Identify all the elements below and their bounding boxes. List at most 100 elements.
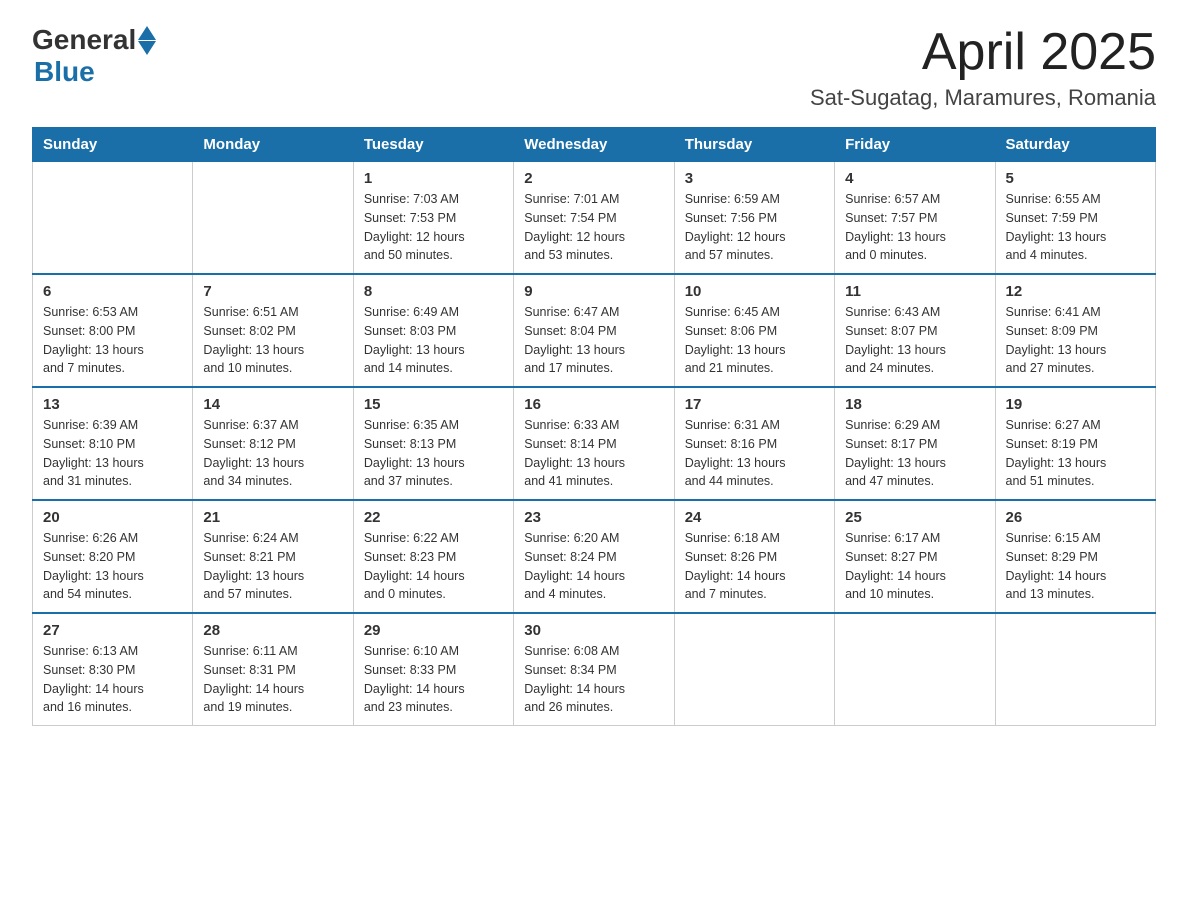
day-number: 26 bbox=[1006, 509, 1145, 526]
day-info: Sunrise: 6:22 AM Sunset: 8:23 PM Dayligh… bbox=[364, 529, 503, 604]
calendar-cell: 16 Sunrise: 6:33 AM Sunset: 8:14 PM Dayli… bbox=[514, 387, 674, 500]
calendar-cell: 10 Sunrise: 6:45 AM Sunset: 8:06 PM Dayli… bbox=[674, 274, 834, 387]
day-number: 7 bbox=[203, 283, 342, 300]
calendar-cell: 9 Sunrise: 6:47 AM Sunset: 8:04 PM Daylig… bbox=[514, 274, 674, 387]
page-header: General Blue April 2025 Sat-Sugatag, Mar… bbox=[32, 24, 1156, 111]
day-info: Sunrise: 6:26 AM Sunset: 8:20 PM Dayligh… bbox=[43, 529, 182, 604]
day-info: Sunrise: 6:57 AM Sunset: 7:57 PM Dayligh… bbox=[845, 190, 984, 265]
day-info: Sunrise: 6:13 AM Sunset: 8:30 PM Dayligh… bbox=[43, 642, 182, 717]
day-number: 28 bbox=[203, 622, 342, 639]
day-number: 14 bbox=[203, 396, 342, 413]
day-number: 21 bbox=[203, 509, 342, 526]
day-info: Sunrise: 6:29 AM Sunset: 8:17 PM Dayligh… bbox=[845, 416, 984, 491]
weekday-header: Thursday bbox=[674, 128, 834, 162]
logo: General Blue bbox=[32, 24, 156, 88]
day-info: Sunrise: 6:24 AM Sunset: 8:21 PM Dayligh… bbox=[203, 529, 342, 604]
day-number: 24 bbox=[685, 509, 824, 526]
calendar-cell bbox=[193, 162, 353, 275]
calendar-week-row: 27 Sunrise: 6:13 AM Sunset: 8:30 PM Dayli… bbox=[33, 613, 1156, 726]
calendar-cell: 13 Sunrise: 6:39 AM Sunset: 8:10 PM Dayli… bbox=[33, 387, 193, 500]
day-info: Sunrise: 7:03 AM Sunset: 7:53 PM Dayligh… bbox=[364, 190, 503, 265]
day-number: 27 bbox=[43, 622, 182, 639]
logo-blue: Blue bbox=[34, 56, 95, 88]
calendar-cell: 18Sunrise: 6:29 AM Sunset: 8:17 PM Dayli… bbox=[835, 387, 995, 500]
day-info: Sunrise: 6:35 AM Sunset: 8:13 PM Dayligh… bbox=[364, 416, 503, 491]
calendar-cell: 17Sunrise: 6:31 AM Sunset: 8:16 PM Dayli… bbox=[674, 387, 834, 500]
calendar-cell: 28 Sunrise: 6:11 AM Sunset: 8:31 PM Dayli… bbox=[193, 613, 353, 726]
day-info: Sunrise: 6:51 AM Sunset: 8:02 PM Dayligh… bbox=[203, 303, 342, 378]
calendar-cell: 4 Sunrise: 6:57 AM Sunset: 7:57 PM Daylig… bbox=[835, 162, 995, 275]
day-number: 22 bbox=[364, 509, 503, 526]
day-info: Sunrise: 6:10 AM Sunset: 8:33 PM Dayligh… bbox=[364, 642, 503, 717]
calendar-cell: 6 Sunrise: 6:53 AM Sunset: 8:00 PM Daylig… bbox=[33, 274, 193, 387]
day-number: 13 bbox=[43, 396, 182, 413]
calendar-cell: 19 Sunrise: 6:27 AM Sunset: 8:19 PM Dayli… bbox=[995, 387, 1155, 500]
calendar-cell: 30 Sunrise: 6:08 AM Sunset: 8:34 PM Dayli… bbox=[514, 613, 674, 726]
day-number: 12 bbox=[1006, 283, 1145, 300]
day-info: Sunrise: 6:33 AM Sunset: 8:14 PM Dayligh… bbox=[524, 416, 663, 491]
day-info: Sunrise: 6:41 AM Sunset: 8:09 PM Dayligh… bbox=[1006, 303, 1145, 378]
day-number: 8 bbox=[364, 283, 503, 300]
calendar-week-row: 20 Sunrise: 6:26 AM Sunset: 8:20 PM Dayli… bbox=[33, 500, 1156, 613]
day-info: Sunrise: 6:11 AM Sunset: 8:31 PM Dayligh… bbox=[203, 642, 342, 717]
weekday-header: Saturday bbox=[995, 128, 1155, 162]
calendar-week-row: 1 Sunrise: 7:03 AM Sunset: 7:53 PM Daylig… bbox=[33, 162, 1156, 275]
day-number: 25 bbox=[845, 509, 984, 526]
day-number: 23 bbox=[524, 509, 663, 526]
day-number: 19 bbox=[1006, 396, 1145, 413]
calendar-table: SundayMondayTuesdayWednesdayThursdayFrid… bbox=[32, 127, 1156, 726]
weekday-header: Wednesday bbox=[514, 128, 674, 162]
calendar-cell: 27 Sunrise: 6:13 AM Sunset: 8:30 PM Dayli… bbox=[33, 613, 193, 726]
day-info: Sunrise: 6:20 AM Sunset: 8:24 PM Dayligh… bbox=[524, 529, 663, 604]
calendar-cell: 21 Sunrise: 6:24 AM Sunset: 8:21 PM Dayli… bbox=[193, 500, 353, 613]
day-number: 1 bbox=[364, 170, 503, 187]
day-number: 15 bbox=[364, 396, 503, 413]
day-number: 4 bbox=[845, 170, 984, 187]
day-info: Sunrise: 6:08 AM Sunset: 8:34 PM Dayligh… bbox=[524, 642, 663, 717]
day-info: Sunrise: 6:55 AM Sunset: 7:59 PM Dayligh… bbox=[1006, 190, 1145, 265]
logo-general: General bbox=[32, 24, 136, 56]
day-info: Sunrise: 6:18 AM Sunset: 8:26 PM Dayligh… bbox=[685, 529, 824, 604]
calendar-cell: 2Sunrise: 7:01 AM Sunset: 7:54 PM Daylig… bbox=[514, 162, 674, 275]
month-title: April 2025 bbox=[810, 24, 1156, 81]
day-number: 30 bbox=[524, 622, 663, 639]
day-number: 5 bbox=[1006, 170, 1145, 187]
day-number: 2 bbox=[524, 170, 663, 187]
day-info: Sunrise: 6:47 AM Sunset: 8:04 PM Dayligh… bbox=[524, 303, 663, 378]
day-info: Sunrise: 6:31 AM Sunset: 8:16 PM Dayligh… bbox=[685, 416, 824, 491]
day-info: Sunrise: 6:15 AM Sunset: 8:29 PM Dayligh… bbox=[1006, 529, 1145, 604]
calendar-cell: 5 Sunrise: 6:55 AM Sunset: 7:59 PM Daylig… bbox=[995, 162, 1155, 275]
calendar-week-row: 6 Sunrise: 6:53 AM Sunset: 8:00 PM Daylig… bbox=[33, 274, 1156, 387]
calendar-cell bbox=[33, 162, 193, 275]
calendar-cell: 29Sunrise: 6:10 AM Sunset: 8:33 PM Dayli… bbox=[353, 613, 513, 726]
title-block: April 2025 Sat-Sugatag, Maramures, Roman… bbox=[810, 24, 1156, 111]
location-title: Sat-Sugatag, Maramures, Romania bbox=[810, 85, 1156, 111]
calendar-cell: 12 Sunrise: 6:41 AM Sunset: 8:09 PM Dayli… bbox=[995, 274, 1155, 387]
day-number: 10 bbox=[685, 283, 824, 300]
calendar-cell: 20 Sunrise: 6:26 AM Sunset: 8:20 PM Dayli… bbox=[33, 500, 193, 613]
calendar-cell: 11 Sunrise: 6:43 AM Sunset: 8:07 PM Dayli… bbox=[835, 274, 995, 387]
day-number: 9 bbox=[524, 283, 663, 300]
day-number: 20 bbox=[43, 509, 182, 526]
day-info: Sunrise: 6:37 AM Sunset: 8:12 PM Dayligh… bbox=[203, 416, 342, 491]
calendar-cell bbox=[674, 613, 834, 726]
day-info: Sunrise: 6:27 AM Sunset: 8:19 PM Dayligh… bbox=[1006, 416, 1145, 491]
day-info: Sunrise: 6:53 AM Sunset: 8:00 PM Dayligh… bbox=[43, 303, 182, 378]
day-info: Sunrise: 6:45 AM Sunset: 8:06 PM Dayligh… bbox=[685, 303, 824, 378]
day-number: 6 bbox=[43, 283, 182, 300]
weekday-header: Sunday bbox=[33, 128, 193, 162]
calendar-week-row: 13 Sunrise: 6:39 AM Sunset: 8:10 PM Dayli… bbox=[33, 387, 1156, 500]
calendar-cell: 3 Sunrise: 6:59 AM Sunset: 7:56 PM Daylig… bbox=[674, 162, 834, 275]
day-number: 3 bbox=[685, 170, 824, 187]
weekday-header-row: SundayMondayTuesdayWednesdayThursdayFrid… bbox=[33, 128, 1156, 162]
day-number: 11 bbox=[845, 283, 984, 300]
day-info: Sunrise: 6:39 AM Sunset: 8:10 PM Dayligh… bbox=[43, 416, 182, 491]
calendar-cell: 23 Sunrise: 6:20 AM Sunset: 8:24 PM Dayli… bbox=[514, 500, 674, 613]
calendar-cell bbox=[835, 613, 995, 726]
day-info: Sunrise: 6:59 AM Sunset: 7:56 PM Dayligh… bbox=[685, 190, 824, 265]
calendar-cell: 22 Sunrise: 6:22 AM Sunset: 8:23 PM Dayli… bbox=[353, 500, 513, 613]
day-number: 16 bbox=[524, 396, 663, 413]
day-info: Sunrise: 6:43 AM Sunset: 8:07 PM Dayligh… bbox=[845, 303, 984, 378]
weekday-header: Tuesday bbox=[353, 128, 513, 162]
calendar-cell: 7 Sunrise: 6:51 AM Sunset: 8:02 PM Daylig… bbox=[193, 274, 353, 387]
